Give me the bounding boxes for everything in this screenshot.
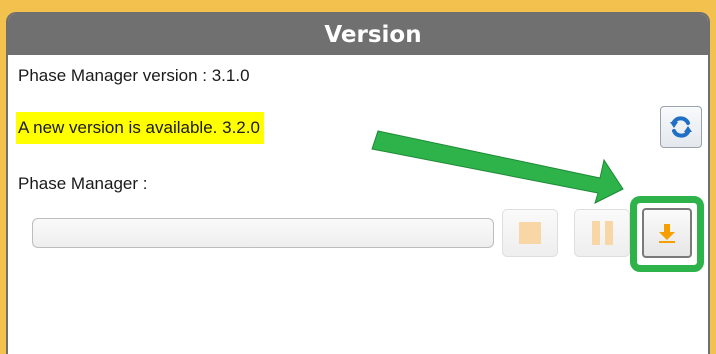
stop-button[interactable] — [502, 209, 558, 257]
refresh-button[interactable] — [660, 106, 702, 148]
download-progress-bar — [32, 218, 494, 248]
version-panel: Version Phase Manager version : 3.1.0 A … — [6, 12, 710, 354]
update-available-notice: A new version is available. 3.2.0 — [16, 112, 264, 144]
download-icon — [659, 224, 675, 243]
current-version-text: Phase Manager version : 3.1.0 — [18, 66, 250, 85]
panel-title: Version — [8, 14, 708, 55]
pause-icon — [591, 221, 613, 245]
component-label: Phase Manager : — [18, 174, 148, 193]
download-button[interactable] — [642, 208, 692, 258]
pause-button[interactable] — [574, 209, 630, 257]
refresh-icon — [670, 116, 692, 138]
stop-icon — [519, 222, 541, 244]
